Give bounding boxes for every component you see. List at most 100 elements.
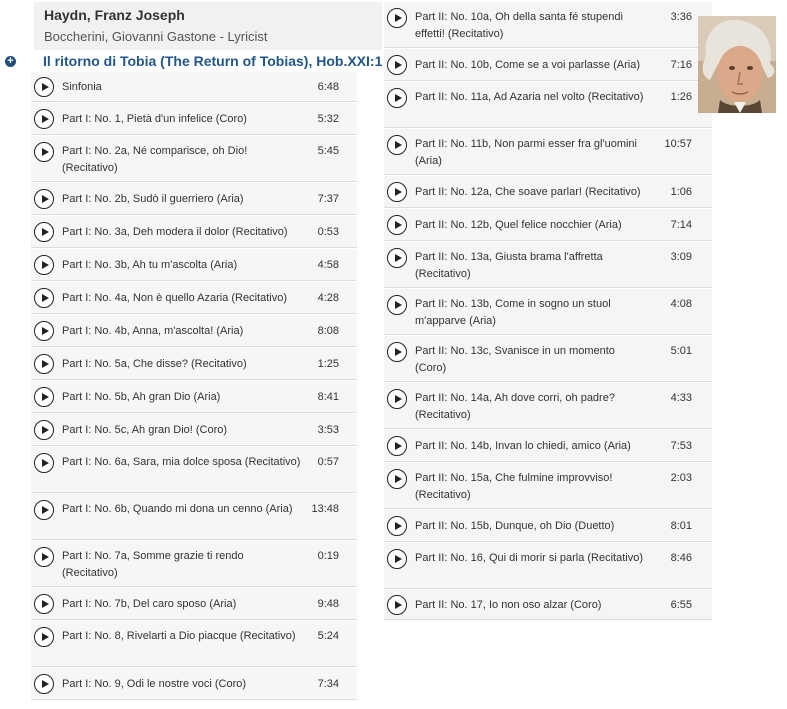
track-duration: 7:37 [317,193,339,205]
track-duration: 5:01 [670,345,692,357]
track-row[interactable]: Part I: No. 1, Pietà d'un infelice (Coro… [31,103,357,135]
track-name: Part II: No. 10b, Come se a voi parlasse… [415,59,640,71]
track-name: Part I: No. 1, Pietà d'un infelice (Coro… [62,113,247,125]
track-name: Part I: No. 4b, Anna, m'ascolta! (Aria) [62,325,244,337]
track-row[interactable]: Part I: No. 7a, Somme grazie ti rendo (R… [31,541,357,587]
track-row[interactable]: Part II: No. 15b, Dunque, oh Dio (Duetto… [384,510,712,542]
play-icon[interactable] [34,594,54,614]
track-name: Part II: No. 10a, Oh della santa fé stup… [415,11,623,40]
play-icon[interactable] [34,547,54,567]
track-name: Part II: No. 16, Qui di morir si parla (… [415,552,644,564]
play-icon[interactable] [387,248,407,268]
track-row[interactable]: Part I: No. 4a, Non è quello Azaria (Rec… [31,282,357,314]
play-icon[interactable] [387,8,407,28]
play-icon[interactable] [34,674,54,694]
track-row[interactable]: Part II: No. 14a, Ah dove corri, oh padr… [384,383,712,429]
play-icon[interactable] [387,88,407,108]
lyricist-name[interactable]: Boccherini, Giovanni Gastone - Lyricist [44,29,268,44]
play-icon[interactable] [34,222,54,242]
play-icon[interactable] [34,109,54,129]
play-icon[interactable] [34,420,54,440]
play-icon[interactable] [34,255,54,275]
track-name: Part I: No. 3b, Ah tu m'ascolta (Aria) [62,259,238,271]
expand-plus-icon[interactable]: + [5,56,16,67]
play-icon[interactable] [34,387,54,407]
track-row[interactable]: Part I: No. 2a, Né comparisce, oh Dio! (… [31,136,357,182]
track-row[interactable]: Part II: No. 13c, Svanisce in un momento… [384,336,712,382]
track-row[interactable]: Part I: No. 6a, Sara, mia dolce sposa (R… [31,447,357,493]
play-icon[interactable] [34,142,54,162]
play-icon[interactable] [387,182,407,202]
play-icon[interactable] [387,295,407,315]
track-duration: 1:25 [317,358,339,370]
track-row[interactable]: Part II: No. 12b, Quel felice nocchier (… [384,209,712,241]
track-duration: 7:16 [670,59,692,71]
track-duration: 1:06 [670,186,692,198]
play-icon[interactable] [34,321,54,341]
composer-portrait-image [698,16,776,113]
track-row[interactable]: Part II: No. 11a, Ad Azaria nel volto (R… [384,82,712,128]
track-row[interactable]: Part II: No. 13b, Come in sogno un stuol… [384,289,712,335]
play-icon[interactable] [387,389,407,409]
play-icon[interactable] [387,436,407,456]
track-row[interactable]: Part II: No. 17, Io non oso alzar (Coro)… [384,590,712,620]
track-row[interactable]: Sinfonia 6:48 [31,72,357,102]
track-row[interactable]: Part I: No. 5b, Ah gran Dio (Aria) 8:41 [31,381,357,413]
track-row[interactable]: Part II: No. 14b, Invan lo chiedi, amico… [384,430,712,462]
track-row[interactable]: Part II: No. 10b, Come se a voi parlasse… [384,49,712,81]
track-row[interactable]: Part I: No. 2b, Sudò il guerriero (Aria)… [31,183,357,215]
play-icon[interactable] [34,627,54,647]
track-row[interactable]: Part I: No. 5c, Ah gran Dio! (Coro) 3:53 [31,414,357,446]
play-icon[interactable] [34,77,54,97]
track-row[interactable]: Part I: No. 6b, Quando mi dona un cenno … [31,494,357,540]
track-name: Part II: No. 15b, Dunque, oh Dio (Duetto… [415,520,615,532]
play-icon[interactable] [387,135,407,155]
composer-name[interactable]: Haydn, Franz Joseph [44,7,185,23]
track-row[interactable]: Part I: No. 5a, Che disse? (Recitativo) 1… [31,348,357,380]
track-row[interactable]: Part II: No. 16, Qui di morir si parla (… [384,543,712,589]
track-duration: 8:08 [317,325,339,337]
play-icon[interactable] [387,55,407,75]
track-row[interactable]: Part II: No. 10a, Oh della santa fé stup… [384,2,712,48]
play-icon[interactable] [34,453,54,473]
track-duration: 7:14 [670,219,692,231]
track-duration: 4:58 [317,259,339,271]
track-name: Part II: No. 12a, Che soave parlar! (Rec… [415,186,641,198]
play-icon[interactable] [387,595,407,615]
play-icon[interactable] [34,288,54,308]
track-row[interactable]: Part I: No. 7b, Del caro sposo (Aria) 9:4… [31,588,357,620]
track-row[interactable]: Part II: No. 11b, Non parmi esser fra gl… [384,129,712,175]
track-row[interactable]: Part I: No. 3b, Ah tu m'ascolta (Aria) 4:… [31,249,357,281]
play-icon[interactable] [34,354,54,374]
play-icon[interactable] [387,215,407,235]
track-duration: 4:28 [317,292,339,304]
track-name: Part I: No. 7a, Somme grazie ti rendo (R… [62,550,244,579]
play-icon[interactable] [34,189,54,209]
work-title[interactable]: Il ritorno di Tobia (The Return of Tobia… [43,53,383,69]
track-duration: 10:57 [664,138,692,150]
track-name: Part I: No. 3a, Deh modera il dolor (Rec… [62,226,288,238]
composer-header: Haydn, Franz Joseph Boccherini, Giovanni… [34,2,382,50]
track-duration: 0:19 [317,550,339,562]
play-icon[interactable] [387,549,407,569]
track-duration: 5:24 [317,630,339,642]
track-duration: 8:41 [317,391,339,403]
track-row[interactable]: Part I: No. 3a, Deh modera il dolor (Rec… [31,216,357,248]
play-icon[interactable] [387,469,407,489]
track-row[interactable]: Part II: No. 12a, Che soave parlar! (Rec… [384,176,712,208]
track-name: Part II: No. 15a, Che fulmine improvviso… [415,472,613,501]
track-duration: 6:55 [670,599,692,611]
track-row[interactable]: Part II: No. 15a, Che fulmine improvviso… [384,463,712,509]
track-name: Part II: No. 13b, Come in sogno un stuol… [415,298,611,327]
track-name: Part I: No. 6b, Quando mi dona un cenno … [62,503,293,515]
play-icon[interactable] [387,342,407,362]
track-row[interactable]: Part II: No. 13a, Giusta brama l'affrett… [384,242,712,288]
track-name: Part II: No. 12b, Quel felice nocchier (… [415,219,622,231]
track-row[interactable]: Part I: No. 4b, Anna, m'ascolta! (Aria) 8… [31,315,357,347]
track-duration: 7:53 [670,440,692,452]
play-icon[interactable] [34,500,54,520]
play-icon[interactable] [387,516,407,536]
track-row[interactable]: Part I: No. 9, Odi le nostre voci (Coro)… [31,668,357,700]
track-name: Part I: No. 5b, Ah gran Dio (Aria) [62,391,221,403]
track-row[interactable]: Part I: No. 8, Rivelarti a Dio piacque (… [31,621,357,667]
